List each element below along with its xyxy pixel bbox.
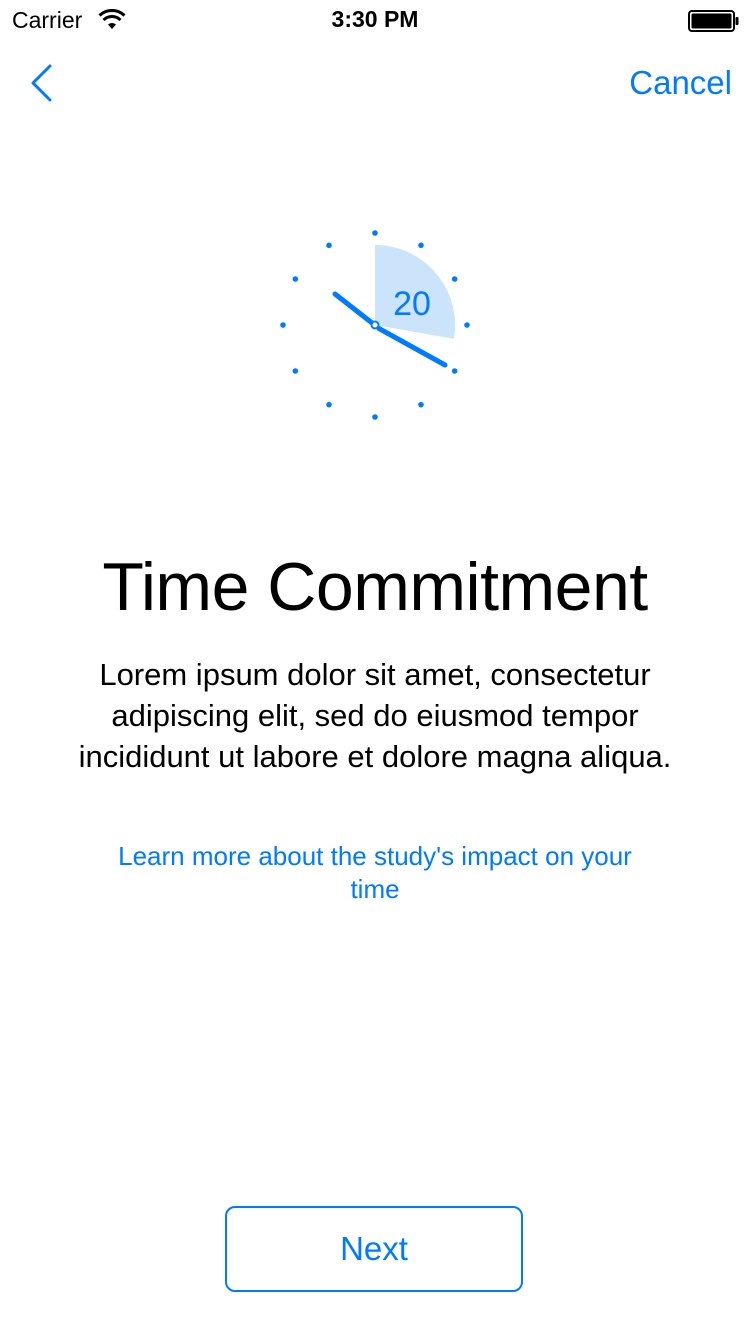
time-commitment-screen: Carrier 3:30 PM Cancel 20 Time Commitmen… bbox=[0, 0, 750, 1334]
next-button[interactable]: Next bbox=[225, 1206, 523, 1292]
battery-icon bbox=[688, 10, 740, 32]
clock-tick-dot bbox=[464, 322, 470, 328]
clock-minutes-label: 20 bbox=[393, 285, 431, 323]
clock-tick-dot bbox=[292, 276, 299, 282]
clock-tick-dot bbox=[372, 414, 378, 420]
chevron-left-icon bbox=[20, 64, 64, 114]
clock-tick-dot bbox=[451, 368, 458, 374]
clock-tick-dot bbox=[326, 242, 332, 249]
clock-tick-dot bbox=[326, 401, 332, 408]
description-text: Lorem ipsum dolor sit amet, consectetur … bbox=[78, 657, 672, 774]
clock-hour-hand bbox=[332, 291, 374, 325]
clock-tick-dot bbox=[451, 276, 458, 282]
clock-tick-dot bbox=[280, 322, 286, 328]
status-time: 3:30 PM bbox=[331, 6, 419, 32]
clock-tick-dot bbox=[372, 230, 378, 236]
back-button[interactable] bbox=[20, 58, 64, 110]
clock-tick-dot bbox=[418, 242, 424, 249]
clock-tick-dot bbox=[292, 368, 299, 374]
page-title: Time Commitment bbox=[102, 549, 648, 625]
clock-tick-dot bbox=[418, 401, 424, 408]
clock-icon: 20 bbox=[255, 205, 495, 445]
status-bar: Carrier 3:30 PM bbox=[0, 0, 750, 40]
cancel-button[interactable]: Cancel bbox=[629, 64, 732, 102]
clock-center-pin bbox=[370, 320, 380, 330]
learn-more-link[interactable]: Learn more about the study's impact on y… bbox=[100, 840, 650, 906]
